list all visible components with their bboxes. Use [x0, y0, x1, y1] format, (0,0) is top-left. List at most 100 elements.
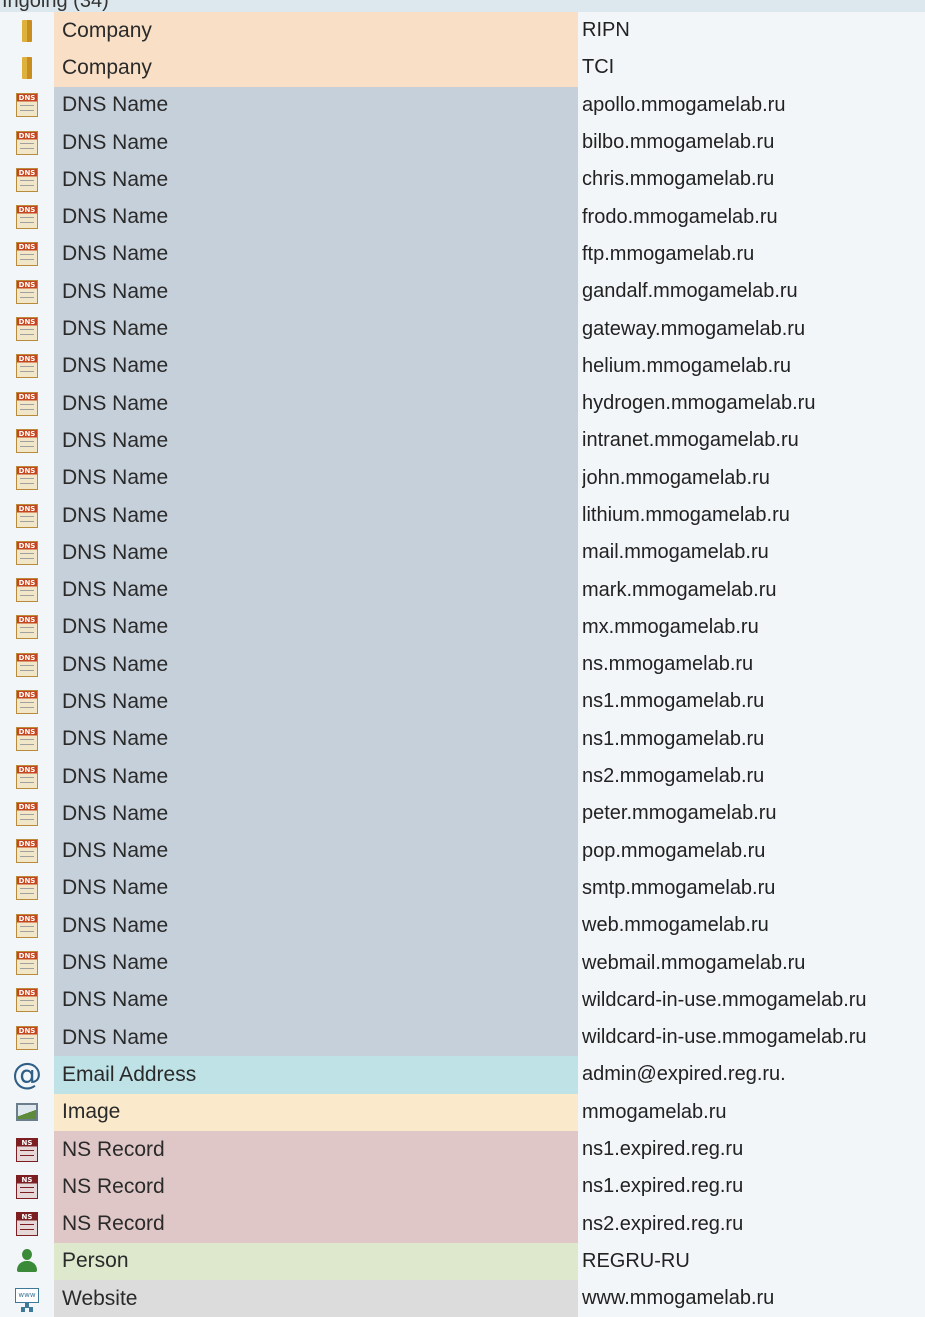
list-item[interactable]: DNS Namemx.mmogamelab.ru: [0, 608, 925, 647]
list-item[interactable]: DNS Namens2.mmogamelab.ru: [0, 757, 925, 796]
list-item[interactable]: DNS Namelithium.mmogamelab.ru: [0, 496, 925, 535]
entity-value[interactable]: mail.mmogamelab.ru: [582, 534, 925, 571]
dns-icon: [16, 130, 38, 155]
entity-value[interactable]: REGRU-RU: [582, 1243, 925, 1280]
list-item[interactable]: DNS Nameintranet.mmogamelab.ru: [0, 422, 925, 460]
row-icon-cell: [0, 982, 54, 1019]
entity-type-label: DNS Name: [54, 757, 578, 796]
entity-value[interactable]: bilbo.mmogamelab.ru: [582, 124, 925, 161]
list-item[interactable]: Company RIPN: [0, 12, 925, 50]
entity-value[interactable]: intranet.mmogamelab.ru: [582, 422, 925, 459]
dns-icon: [16, 466, 38, 491]
list-item[interactable]: DNS Namewildcard-in-use.mmogamelab.ru: [0, 1019, 925, 1057]
list-item[interactable]: DNS Namebilbo.mmogamelab.ru: [0, 123, 925, 162]
entity-value[interactable]: ns1.expired.reg.ru: [582, 1168, 925, 1205]
list-item[interactable]: DNS Namepop.mmogamelab.ru: [0, 832, 925, 870]
row-icon-cell: [0, 385, 54, 422]
list-item[interactable]: DNS Namemark.mmogamelab.ru: [0, 571, 925, 609]
list-item[interactable]: NS Recordns2.expired.reg.ru: [0, 1205, 925, 1243]
list-item[interactable]: DNS Namegandalf.mmogamelab.ru: [0, 273, 925, 311]
entity-type-label: DNS Name: [54, 534, 578, 572]
entity-value[interactable]: ns1.mmogamelab.ru: [582, 683, 925, 720]
entity-value[interactable]: mmogamelab.ru: [582, 1094, 925, 1131]
entity-value[interactable]: gandalf.mmogamelab.ru: [582, 273, 925, 310]
list-item[interactable]: DNS Namewebmail.mmogamelab.ru: [0, 944, 925, 982]
entity-value[interactable]: ftp.mmogamelab.ru: [582, 236, 925, 273]
entity-type-label: DNS Name: [54, 496, 578, 535]
entity-value[interactable]: ns.mmogamelab.ru: [582, 646, 925, 683]
list-item[interactable]: DNS Namens1.mmogamelab.ru: [0, 720, 925, 758]
dns-icon: [16, 801, 38, 826]
entity-value[interactable]: ns1.mmogamelab.ru: [582, 721, 925, 758]
list-item[interactable]: Company TCI: [0, 49, 925, 87]
entity-value[interactable]: wildcard-in-use.mmogamelab.ru: [582, 1019, 925, 1056]
row-icon-cell: [0, 87, 54, 124]
entity-value[interactable]: TCI: [582, 49, 925, 86]
list-item[interactable]: DNS Namemail.mmogamelab.ru: [0, 534, 925, 572]
list-item[interactable]: Person REGRU-RU: [0, 1242, 925, 1281]
entity-type-label: Website: [54, 1280, 578, 1317]
entity-value[interactable]: webmail.mmogamelab.ru: [582, 944, 925, 981]
entity-value[interactable]: gateway.mmogamelab.ru: [582, 310, 925, 347]
list-item[interactable]: DNS Namegateway.mmogamelab.ru: [0, 310, 925, 348]
list-item[interactable]: DNS Namens1.mmogamelab.ru: [0, 683, 925, 721]
dns-icon: [16, 167, 38, 192]
list-item[interactable]: Websitewww.mmogamelab.ru: [0, 1280, 925, 1317]
entity-value[interactable]: wildcard-in-use.mmogamelab.ru: [582, 982, 925, 1019]
list-item[interactable]: Image mmogamelab.ru: [0, 1093, 925, 1131]
list-item[interactable]: DNS Nameftp.mmogamelab.ru: [0, 235, 925, 274]
list-item[interactable]: DNS Namefrodo.mmogamelab.ru: [0, 198, 925, 236]
list-item[interactable]: DNS Namepeter.mmogamelab.ru: [0, 795, 925, 833]
dns-icon: [16, 279, 38, 304]
entity-value[interactable]: ns2.mmogamelab.ru: [582, 758, 925, 795]
entity-value[interactable]: mx.mmogamelab.ru: [582, 609, 925, 646]
entity-value[interactable]: pop.mmogamelab.ru: [582, 833, 925, 870]
entity-type-label: NS Record: [54, 1130, 578, 1169]
list-item[interactable]: NS Recordns1.expired.reg.ru: [0, 1168, 925, 1206]
dns-icon: [16, 242, 38, 267]
section-header[interactable]: Ingoing (34): [0, 0, 925, 12]
entity-value[interactable]: lithium.mmogamelab.ru: [582, 497, 925, 534]
entity-value[interactable]: web.mmogamelab.ru: [582, 907, 925, 944]
row-icon-cell: [0, 1243, 54, 1280]
entity-value[interactable]: frodo.mmogamelab.ru: [582, 198, 925, 235]
row-icon-cell: [0, 161, 54, 198]
entity-value[interactable]: www.mmogamelab.ru: [582, 1280, 925, 1317]
list-item[interactable]: DNS Namehelium.mmogamelab.ru: [0, 347, 925, 385]
list-item[interactable]: @ Email Address admin@expired.reg.ru.: [0, 1056, 925, 1094]
list-item[interactable]: NS Recordns1.expired.reg.ru: [0, 1130, 925, 1169]
entity-value[interactable]: smtp.mmogamelab.ru: [582, 870, 925, 907]
list-item[interactable]: DNS Nameweb.mmogamelab.ru: [0, 907, 925, 945]
entity-type-label: DNS Name: [54, 981, 578, 1020]
row-icon-cell: [0, 497, 54, 534]
entity-value[interactable]: chris.mmogamelab.ru: [582, 161, 925, 198]
dns-icon: [16, 93, 38, 118]
entity-value[interactable]: ns1.expired.reg.ru: [582, 1131, 925, 1168]
row-icon-cell: [0, 1131, 54, 1168]
list-item[interactable]: DNS Namejohn.mmogamelab.ru: [0, 459, 925, 497]
list-item[interactable]: DNS Namehydrogen.mmogamelab.ru: [0, 384, 925, 423]
entity-value[interactable]: ns2.expired.reg.ru: [582, 1206, 925, 1243]
list-item[interactable]: DNS Namens.mmogamelab.ru: [0, 646, 925, 684]
entity-value[interactable]: mark.mmogamelab.ru: [582, 571, 925, 608]
list-item[interactable]: DNS Nameapollo.mmogamelab.ru: [0, 86, 925, 124]
entity-value[interactable]: RIPN: [582, 12, 925, 49]
list-item[interactable]: DNS Namechris.mmogamelab.ru: [0, 161, 925, 199]
dns-icon: [16, 764, 38, 789]
entity-value[interactable]: hydrogen.mmogamelab.ru: [582, 385, 925, 422]
section-title: Ingoing (34): [2, 0, 109, 12]
list-item[interactable]: DNS Namewildcard-in-use.mmogamelab.ru: [0, 981, 925, 1020]
entity-value[interactable]: apollo.mmogamelab.ru: [582, 87, 925, 124]
company-icon: [22, 56, 32, 79]
row-icon-cell: [0, 944, 54, 981]
company-icon: [22, 19, 32, 42]
entity-value[interactable]: admin@expired.reg.ru.: [582, 1056, 925, 1093]
row-icon-cell: [0, 721, 54, 758]
row-icon-cell: [0, 49, 54, 86]
entity-value[interactable]: peter.mmogamelab.ru: [582, 795, 925, 832]
row-icon-cell: @: [0, 1056, 54, 1093]
row-icon-cell: [0, 609, 54, 646]
entity-value[interactable]: john.mmogamelab.ru: [582, 460, 925, 497]
list-item[interactable]: DNS Namesmtp.mmogamelab.ru: [0, 869, 925, 908]
entity-value[interactable]: helium.mmogamelab.ru: [582, 348, 925, 385]
